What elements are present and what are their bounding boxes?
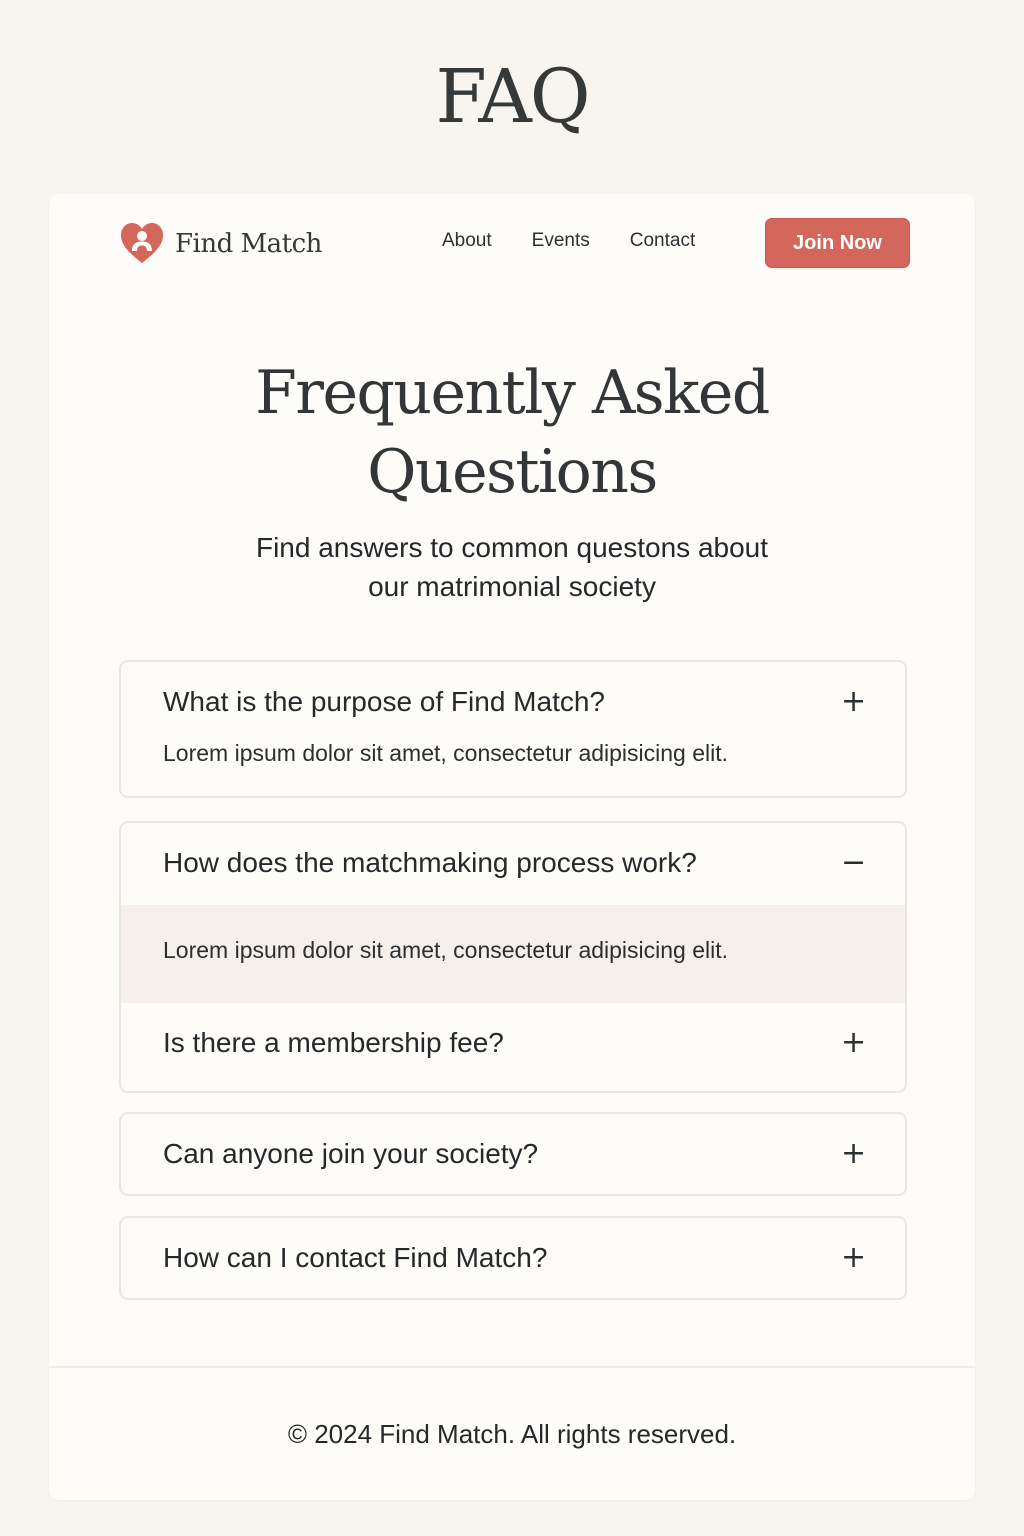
faq-answer: Lorem ipsum dolor sit amet, consectetur … (163, 937, 729, 963)
faq-answer: Lorem ipsum dolor sit amet, consectetur … (163, 740, 729, 766)
brand[interactable]: Find Match (119, 220, 322, 268)
faq-question-row[interactable]: Can anyone join your society? + (121, 1114, 905, 1194)
nav-link-about[interactable]: About (442, 230, 492, 252)
faq-question-row[interactable]: How does the matchmaking process work? − (121, 823, 905, 905)
nav-links: About Events Contact (442, 230, 695, 252)
plus-icon[interactable]: + (841, 1023, 866, 1063)
main-card: Find Match About Events Contact Join Now… (49, 194, 975, 1500)
plus-icon[interactable]: + (841, 1238, 866, 1278)
faq-group: How does the matchmaking process work? −… (119, 821, 907, 1093)
faq-answer-panel: Lorem ipsum dolor sit amet, consectetur … (121, 905, 905, 1003)
plus-icon[interactable]: + (841, 682, 866, 722)
hero-title-line-2: Questions (367, 437, 658, 507)
plus-icon[interactable]: + (841, 1134, 866, 1174)
nav-link-events[interactable]: Events (532, 230, 590, 252)
hero-title: Frequently Asked Questions (49, 354, 975, 512)
faq-question-row[interactable]: Is there a membership fee? + (121, 1003, 905, 1085)
faq-item: What is the purpose of Find Match? + Lor… (119, 660, 907, 798)
faq-question: Is there a membership fee? (163, 1027, 504, 1058)
faq-question: How can I contact Find Match? (163, 1242, 548, 1273)
brand-name: Find Match (175, 229, 322, 259)
faq-item: How can I contact Find Match? + (119, 1216, 907, 1300)
nav-link-contact[interactable]: Contact (630, 230, 695, 252)
navbar: Find Match About Events Contact Join Now (49, 216, 975, 272)
hero-subtitle-line-2: our matrimonial society (368, 571, 656, 602)
faq-item: Can anyone join your society? + (119, 1112, 907, 1196)
faq-question-row[interactable]: What is the purpose of Find Match? + (121, 662, 905, 744)
footer-copyright: © 2024 Find Match. All rights reserved. (287, 1419, 737, 1449)
footer-divider (49, 1366, 975, 1368)
heart-people-icon (121, 223, 163, 263)
page-heading: FAQ (435, 54, 590, 140)
faq-question: What is the purpose of Find Match? (163, 686, 605, 717)
minus-icon[interactable]: − (841, 843, 866, 883)
hero-subtitle-line-1: Find answers to common questons about (255, 532, 769, 563)
hero-title-line-1: Frequently Asked (255, 358, 770, 428)
faq-question-row[interactable]: How can I contact Find Match? + (121, 1218, 905, 1298)
faq-question: How does the matchmaking process work? (163, 847, 697, 878)
faq-question: Can anyone join your society? (163, 1138, 539, 1169)
hero-subtitle: Find answers to common questons about ou… (49, 528, 975, 606)
join-now-button[interactable]: Join Now (765, 218, 910, 268)
